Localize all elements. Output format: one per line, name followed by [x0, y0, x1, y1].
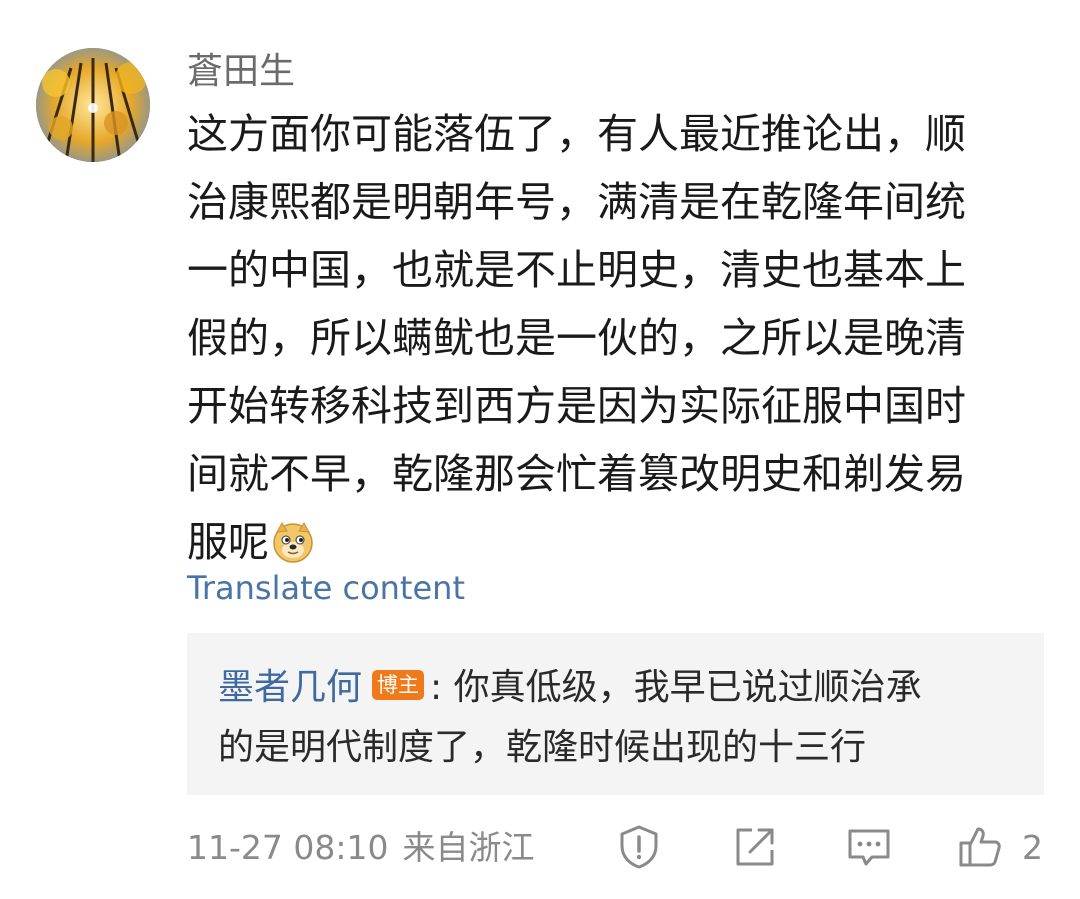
share-icon[interactable] [732, 824, 778, 870]
avatar[interactable] [36, 48, 150, 162]
translate-content-link[interactable]: Translate content [187, 566, 465, 610]
like-icon[interactable] [957, 824, 1003, 870]
comment-line: 开始转移科技到西方是因为实际征服中国时 [187, 382, 966, 430]
doge-emoji-icon [271, 516, 315, 563]
comment-line: 这方面你可能落伍了，有人最近推论出，顺 [187, 110, 966, 158]
reply-author[interactable]: 墨者几何 [218, 667, 362, 708]
reply-text: : 你真低级，我早已说过顺治承 [430, 667, 922, 708]
comment-line-text: 服呢 [187, 518, 269, 566]
comment-username[interactable]: 蒼田生 [187, 50, 295, 94]
comment-location: 来自浙江 [402, 828, 535, 867]
comment-meta: 11-27 08:10 来自浙江 [187, 826, 534, 870]
comment-body: 这方面你可能落伍了，有人最近推论出，顺 治康熙都是明朝年号，满清是在乾隆年间统 … [187, 100, 1047, 576]
comment-line: 一的中国，也就是不止明史，清史也基本上 [187, 246, 966, 294]
comment-line: 间就不早，乾隆那会忙着篡改明史和剃发易 [187, 450, 966, 498]
comment-icon[interactable] [846, 824, 892, 870]
comment-line: 治康熙都是明朝年号，满清是在乾隆年间统 [187, 178, 966, 226]
like-count: 2 [1022, 828, 1043, 867]
reply-line: 墨者几何 博主: 你真低级，我早已说过顺治承 [218, 663, 922, 713]
comment-date: 11-27 08:10 [187, 828, 389, 867]
comment-line: 假的，所以螨鱿也是一伙的，之所以是晚清 [187, 314, 966, 362]
comment-footer: 11-27 08:10 来自浙江 2 [0, 820, 1080, 880]
report-icon[interactable] [616, 824, 662, 870]
reply-preview[interactable]: 墨者几何 博主: 你真低级，我早已说过顺治承 的是明代制度了，乾隆时候出现的十三行 [187, 633, 1044, 795]
author-badge: 博主 [372, 670, 425, 700]
reply-line: 的是明代制度了，乾隆时候出现的十三行 [218, 727, 867, 768]
